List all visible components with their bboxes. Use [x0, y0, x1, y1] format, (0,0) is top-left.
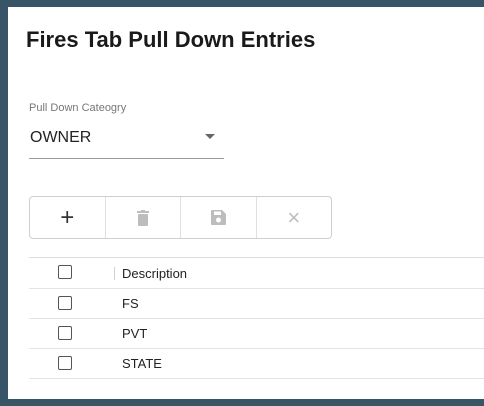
cancel-button[interactable]: × [257, 197, 332, 238]
chevron-down-icon [205, 134, 215, 139]
row-checkbox[interactable] [58, 296, 72, 310]
floppy-disk-icon [210, 210, 226, 225]
table-row[interactable]: PVT [29, 319, 484, 349]
category-select-value: OWNER [30, 129, 92, 146]
table-row[interactable]: STATE [29, 349, 484, 379]
entries-grid: Description FS PVT STATE [29, 257, 484, 399]
row-checkbox[interactable] [58, 326, 72, 340]
select-all-checkbox[interactable] [58, 265, 72, 279]
column-header-description[interactable]: Description [122, 266, 187, 281]
close-icon: × [287, 204, 301, 230]
grid-empty-area [29, 379, 484, 399]
category-field-label: Pull Down Cateogry [29, 102, 127, 114]
column-separator [114, 267, 115, 280]
plus-icon: + [60, 203, 75, 231]
description-cell: FS [122, 296, 139, 311]
description-cell: STATE [122, 356, 162, 371]
grid-toolbar: + × [29, 196, 332, 239]
trash-icon [136, 209, 149, 226]
add-button[interactable]: + [30, 197, 106, 238]
row-checkbox[interactable] [58, 356, 72, 370]
table-row[interactable]: FS [29, 289, 484, 319]
grid-header-row: Description [29, 258, 484, 289]
category-select[interactable]: OWNER [29, 122, 224, 159]
delete-button[interactable] [106, 197, 181, 238]
pull-down-entries-panel: Fires Tab Pull Down Entries Pull Down Ca… [8, 7, 484, 399]
description-cell: PVT [122, 326, 148, 341]
save-button[interactable] [181, 197, 257, 238]
page-title: Fires Tab Pull Down Entries [26, 27, 316, 52]
